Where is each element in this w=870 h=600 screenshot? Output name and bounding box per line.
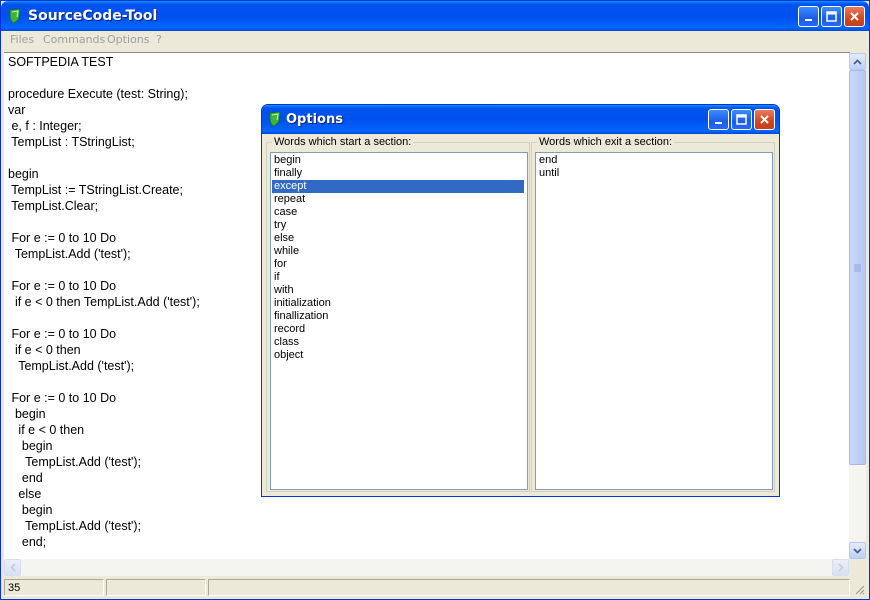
scroll-left-button[interactable] (4, 559, 21, 576)
code-line: TempList.Add ('test'); (8, 455, 142, 469)
list-item[interactable]: if (272, 271, 524, 284)
chevron-up-icon (853, 58, 862, 65)
list-item[interactable]: except (272, 180, 524, 193)
status-line-number: 35 (4, 579, 104, 596)
list-item[interactable]: record (272, 323, 524, 336)
list-item[interactable]: with (272, 284, 524, 297)
code-line: end (8, 471, 43, 485)
close-button[interactable] (844, 6, 865, 27)
status-panel-2 (106, 579, 206, 596)
list-item[interactable]: finally (272, 167, 524, 180)
list-item[interactable]: begin (272, 154, 524, 167)
titlebar[interactable]: SourceCode-Tool (1, 1, 869, 31)
dialog-close-button[interactable] (754, 109, 775, 130)
list-item[interactable]: initialization (272, 297, 524, 310)
code-line: For e := 0 to 10 Do (8, 391, 117, 405)
code-line: begin (8, 167, 39, 181)
close-icon (850, 12, 859, 21)
exit-words-label: Words which exit a section: (537, 136, 675, 148)
code-line: if e < 0 then (8, 343, 81, 357)
menu-files[interactable]: Files (10, 33, 34, 46)
minimize-icon (715, 122, 722, 124)
scroll-up-button[interactable] (849, 53, 866, 70)
list-item[interactable]: while (272, 245, 524, 258)
code-line: SOFTPEDIA TEST (8, 55, 114, 69)
start-words-group: Words which start a section: begin finall… (266, 136, 530, 492)
chevron-left-icon (9, 563, 16, 572)
code-line: if e < 0 then (8, 423, 85, 437)
chevron-down-icon (853, 547, 862, 554)
code-line: begin (8, 439, 53, 453)
list-item[interactable]: try (272, 219, 524, 232)
dialog-minimize-button[interactable] (708, 109, 729, 130)
list-item[interactable]: class (272, 336, 524, 349)
status-panel-3 (208, 579, 850, 596)
code-line: For e := 0 to 10 Do (8, 327, 117, 341)
options-dialog: Options Words which start a section: beg… (261, 104, 780, 497)
dialog-shield-icon (267, 111, 283, 127)
vertical-scrollbar[interactable] (849, 53, 866, 559)
minimize-icon (805, 19, 812, 21)
scroll-right-button[interactable] (832, 559, 849, 576)
list-item[interactable]: for (272, 258, 524, 271)
list-item[interactable]: else (272, 232, 524, 245)
menu-commands[interactable]: Commands (43, 33, 105, 46)
code-line: TempList : TStringList; (8, 135, 135, 149)
dialog-maximize-button[interactable] (731, 109, 752, 130)
list-item[interactable]: finallization (272, 310, 524, 323)
grip-icon (854, 264, 861, 272)
dialog-title: Options (286, 112, 343, 127)
code-line: TempList.Clear; (8, 199, 99, 213)
list-item[interactable]: object (272, 349, 524, 362)
code-line: var (8, 103, 26, 117)
code-line: TempList.Add ('test'); (8, 247, 131, 261)
code-line: For e := 0 to 10 Do (8, 231, 117, 245)
exit-words-group: Words which exit a section: end until (531, 136, 775, 492)
statusbar: 35 (4, 578, 866, 597)
code-line: begin (8, 407, 46, 421)
window-title: SourceCode-Tool (28, 8, 158, 24)
code-line: begin (8, 503, 53, 517)
close-icon (760, 115, 769, 124)
list-item[interactable]: end (537, 154, 769, 167)
horizontal-scrollbar[interactable] (4, 559, 849, 576)
code-line: e, f : Integer; (8, 119, 82, 133)
code-line: TempList := TStringList.Create; (8, 183, 183, 197)
minimize-button[interactable] (798, 6, 819, 27)
code-line: end; (8, 535, 47, 549)
resize-grip-icon[interactable] (853, 583, 865, 595)
start-words-label: Words which start a section: (272, 136, 414, 148)
list-item[interactable]: until (537, 167, 769, 180)
scroll-corner (849, 559, 866, 576)
maximize-button[interactable] (821, 6, 842, 27)
menubar: Files Commands Options ? (1, 31, 869, 50)
start-words-listbox[interactable]: begin finally except repeat case try else while… (270, 152, 528, 490)
maximize-icon (736, 114, 747, 125)
menu-options[interactable]: Options (107, 33, 149, 46)
code-line: TempList.Add ('test'); (8, 519, 142, 533)
code-line: if e < 0 then TempList.Add ('test'); (8, 295, 200, 309)
scroll-down-button[interactable] (849, 542, 866, 559)
menu-help[interactable]: ? (156, 33, 162, 46)
vertical-scroll-thumb[interactable] (849, 70, 866, 465)
list-item[interactable]: case (272, 206, 524, 219)
code-line: For e := 0 to 10 Do (8, 279, 117, 293)
exit-words-listbox[interactable]: end until (535, 152, 773, 490)
dialog-titlebar[interactable]: Options (262, 105, 779, 134)
code-line: TempList.Add ('test'); (8, 359, 135, 373)
maximize-icon (826, 11, 837, 22)
app-shield-icon (7, 8, 23, 24)
list-item[interactable]: repeat (272, 193, 524, 206)
chevron-right-icon (837, 563, 844, 572)
code-line: procedure Execute (test: String); (8, 87, 188, 101)
code-line: else (8, 487, 42, 501)
